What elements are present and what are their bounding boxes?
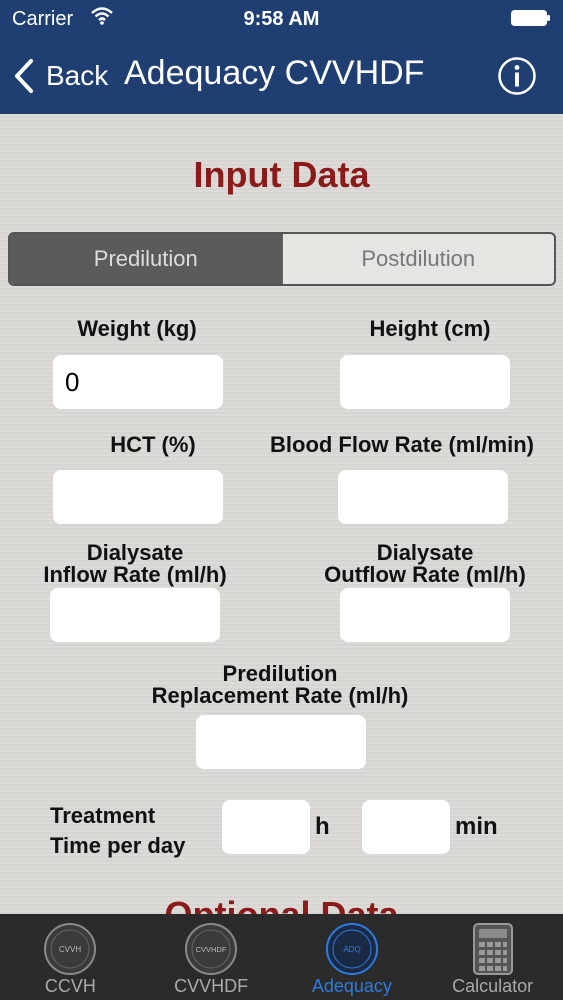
tab-cvvhdf[interactable]: CVVHDF CVVHDF [141, 914, 282, 1000]
treatment-time-label-line2: Time per day [50, 833, 186, 858]
tab-ccvh[interactable]: CVVH CCVH [0, 914, 141, 1000]
height-input[interactable] [340, 355, 510, 409]
dialysate-inflow-input[interactable] [50, 588, 220, 642]
dilution-segmented-control[interactable]: Predilution Postdilution [8, 232, 556, 286]
dialysate-inflow-label-line1: Dialysate [86, 540, 184, 565]
blood-flow-rate-label: Blood Flow Rate (ml/min) [270, 432, 534, 457]
page-title: Adequacy CVVHDF [124, 54, 425, 92]
back-label: Back [46, 60, 109, 91]
input-data-title: Input Data [193, 154, 370, 195]
tab-label-ccvh: CCVH [44, 976, 96, 996]
segment-predilution[interactable]: Predilution [10, 234, 282, 284]
adequacy-icon: ADQ [325, 923, 378, 975]
tab-calculator[interactable]: Calculator [422, 914, 563, 1000]
replacement-rate-input[interactable] [196, 715, 366, 769]
tab-label-cvvhdf: CVVHDF [174, 976, 249, 996]
back-button[interactable]: Back [12, 56, 108, 96]
weight-input[interactable] [53, 355, 223, 409]
optional-data-title: Optional Data [0, 894, 563, 914]
weight-label: Weight (kg) [77, 316, 197, 341]
blood-flow-rate-input[interactable] [338, 470, 508, 524]
dialysate-outflow-label-line2: Outflow Rate (ml/h) [324, 562, 526, 587]
status-bar: Carrier 9:58 AM [0, 0, 563, 40]
cvvhdf-icon-text: CVVHDF [196, 945, 227, 954]
dialysate-inflow-label-line2: Inflow Rate (ml/h) [43, 562, 227, 587]
clock: 9:58 AM [243, 8, 320, 30]
dialysate-outflow-label: Dialysate Outflow Rate (ml/h) [300, 542, 550, 586]
calculator-icon [472, 923, 513, 975]
treatment-time-label: Treatment Time per day [50, 801, 210, 861]
minutes-input[interactable] [362, 800, 450, 854]
info-icon[interactable] [497, 56, 537, 96]
tab-label-adequacy: Adequacy [311, 976, 392, 996]
tab-bar: CVVH CCVH CVVHDF CVVHDF ADQ Adequacy Cal… [0, 914, 563, 1000]
height-label: Height (cm) [369, 316, 491, 341]
replacement-rate-label-line2: Replacement Rate (ml/h) [151, 683, 409, 708]
tab-adequacy[interactable]: ADQ Adequacy [282, 914, 423, 1000]
dialysate-inflow-label: Dialysate Inflow Rate (ml/h) [20, 542, 250, 586]
content-area[interactable]: Input Data Predilution Postdilution Weig… [0, 114, 563, 914]
cvvh-icon-text: CVVH [59, 945, 81, 954]
minutes-unit: min [455, 813, 498, 840]
battery-icon [511, 10, 550, 26]
chevron-left-icon [15, 59, 33, 93]
segment-postdilution[interactable]: Postdilution [281, 234, 555, 284]
hours-unit: h [315, 813, 330, 840]
hct-label: HCT (%) [110, 432, 196, 457]
hct-input[interactable] [53, 470, 223, 524]
replacement-rate-label: Predilution Replacement Rate (ml/h) [110, 663, 450, 707]
hours-input[interactable] [222, 800, 310, 854]
dialysate-outflow-input[interactable] [340, 588, 510, 642]
tab-label-calculator: Calculator [452, 976, 534, 996]
adequacy-icon-text: ADQ [343, 945, 360, 954]
treatment-time-label-line1: Treatment [50, 803, 156, 828]
cvvhdf-icon: CVVHDF [185, 923, 238, 975]
cvvh-icon: CVVH [44, 923, 97, 975]
navigation-bar: Back Adequacy CVVHDF [0, 40, 563, 114]
replacement-rate-label-line1: Predilution [222, 661, 338, 686]
dialysate-outflow-label-line1: Dialysate [376, 540, 474, 565]
